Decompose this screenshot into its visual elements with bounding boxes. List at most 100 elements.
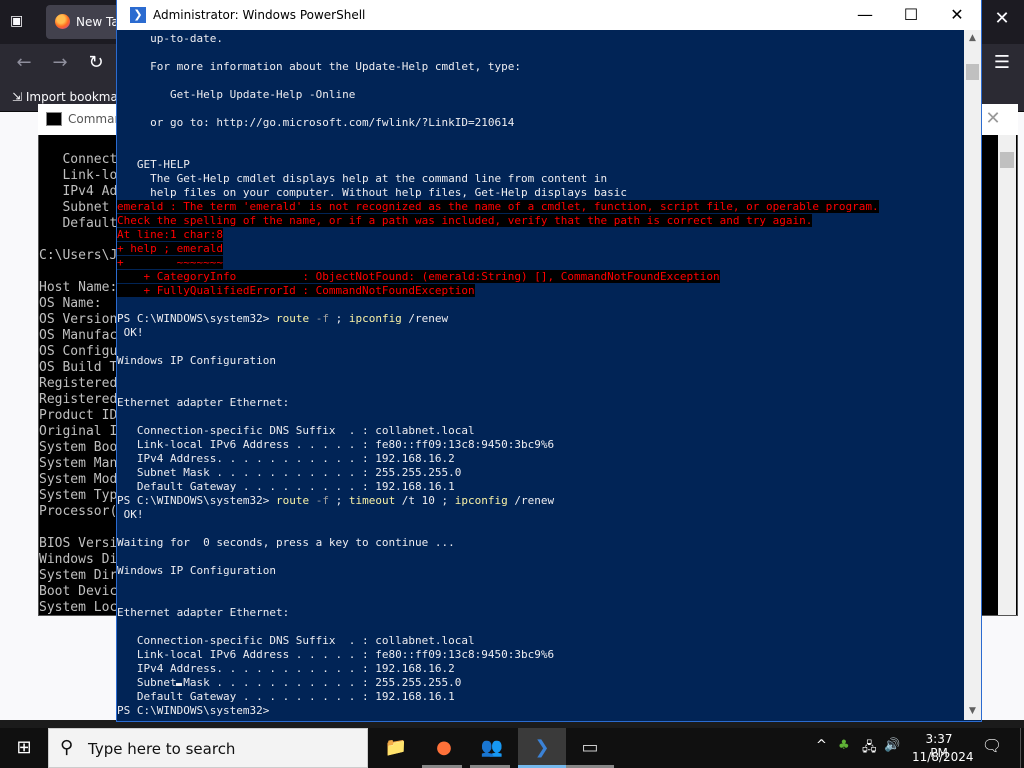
firefox-close-icon[interactable]: ✕ — [990, 8, 1014, 29]
command-token: /t 10 ; — [395, 494, 455, 507]
prompt-text: PS C:\WINDOWS\system32> — [117, 494, 276, 507]
console-line: Ethernet adapter Ethernet: — [117, 396, 290, 409]
command-token: -f — [309, 494, 329, 507]
cmd-output-line: System Boot — [39, 440, 126, 455]
cmd-output-line: OS Manufact — [39, 328, 126, 343]
file-explorer-icon[interactable]: 📁 — [372, 730, 420, 766]
console-line: GET-HELP — [117, 158, 190, 171]
reload-icon[interactable]: ↻ — [84, 52, 108, 76]
command-token: -f — [309, 312, 329, 325]
error-text: Check the spelling of the name, or if a … — [117, 214, 813, 227]
clock-date[interactable]: 11/8/2024 — [912, 750, 974, 764]
console-line: IPv4 Address. . . . . . . . . . . : 192.… — [117, 662, 455, 675]
command-token: ; — [328, 312, 349, 325]
command-prompt-scroll-thumb[interactable] — [1000, 152, 1014, 168]
console-line: OK! — [117, 508, 144, 521]
error-line: emerald : The term 'emerald' is not reco… — [117, 200, 879, 214]
cmd-output-line: Registered — [39, 392, 118, 407]
console-line: IPv4 Address. . . . . . . . . . . : 192.… — [117, 452, 455, 465]
minimize-button[interactable]: — — [842, 0, 888, 30]
cmd-output-line: System Loca — [39, 600, 126, 615]
console-line: Connection-specific DNS Suffix . : colla… — [117, 634, 475, 647]
console-line: For more information about the Update-He… — [117, 60, 521, 73]
notification-center-icon[interactable]: 🗨 — [980, 736, 1004, 755]
console-line: Subnet Mask . . . . . . . . . . . : 255.… — [117, 676, 462, 689]
console-line: or go to: http://go.microsoft.com/fwlink… — [117, 116, 515, 129]
cmd-output-line: OS Version: — [39, 312, 126, 327]
error-line: At line:1 char:8 — [117, 228, 223, 242]
console-line: Default Gateway . . . . . . . . . : 192.… — [117, 480, 455, 493]
import-icon: ⇲ — [12, 90, 26, 104]
firefox-icon[interactable]: ● — [420, 730, 468, 766]
command-prompt-icon — [46, 112, 62, 126]
error-line: + help ; emerald — [117, 242, 223, 256]
back-icon[interactable]: ← — [12, 52, 36, 76]
cmd-output-line: System Type — [39, 488, 126, 503]
error-text: + help ; emerald — [117, 242, 223, 255]
cmd-output-line: Host Name: — [39, 280, 118, 295]
volume-icon[interactable]: 🔊 — [884, 738, 900, 753]
cmd-output-line: Windows Dir — [39, 552, 126, 567]
command-prompt-icon[interactable]: ▭ — [566, 730, 614, 766]
command-token: ipconfig — [348, 312, 402, 325]
cmd-output-line: C:\Users\Ja — [39, 248, 126, 263]
console-line: Windows IP Configuration — [117, 564, 276, 577]
close-button[interactable]: ✕ — [934, 0, 980, 30]
start-button[interactable]: ⊞ — [0, 728, 48, 768]
command-prompt-scrollbar[interactable] — [998, 135, 1016, 615]
console-line: help files on your computer. Without hel… — [117, 186, 627, 199]
search-placeholder: Type here to search — [88, 740, 236, 758]
command-token: route — [275, 312, 310, 325]
error-text: emerald : The term 'emerald' is not reco… — [117, 200, 879, 213]
network-icon[interactable]: 🖧 — [862, 738, 877, 760]
error-text: + CategoryInfo : ObjectNotFound: (emeral… — [117, 270, 720, 283]
error-text: At line:1 char:8 — [117, 228, 223, 241]
scroll-down-arrow-icon[interactable]: ▼ — [964, 703, 981, 720]
tray-users-icon[interactable]: ♣ — [838, 738, 850, 753]
text-cursor — [176, 683, 182, 686]
powershell-scroll-thumb[interactable] — [966, 64, 979, 80]
prompt-text: PS C:\WINDOWS\system32> — [117, 312, 276, 325]
cmd-output-line: Registered — [39, 376, 118, 391]
show-desktop-button[interactable] — [1020, 728, 1024, 768]
console-line: PS C:\WINDOWS\system32> — [117, 704, 276, 717]
scroll-up-arrow-icon[interactable]: ▲ — [964, 30, 981, 47]
forward-icon[interactable]: → — [48, 52, 72, 76]
prompt-line: PS C:\WINDOWS\system32> route -f ; timeo… — [117, 494, 554, 508]
cmd-output-line: OS Configur — [39, 344, 126, 359]
cmd-output-line: OS Build Ty — [39, 360, 126, 375]
console-line: Subnet Mask . . . . . . . . . . . : 255.… — [117, 466, 462, 479]
command-token: route — [275, 494, 310, 507]
cmd-output-line: System Mode — [39, 472, 126, 487]
error-line: + CategoryInfo : ObjectNotFound: (emeral… — [117, 270, 720, 284]
users-icon[interactable]: 👥 — [468, 730, 516, 766]
console-line: OK! — [117, 326, 144, 339]
console-line: up-to-date. — [117, 32, 223, 45]
powershell-title: Administrator: Windows PowerShell — [153, 8, 366, 22]
powershell-icon[interactable]: ❯ — [518, 730, 566, 766]
console-line: Link-local IPv6 Address . . . . . : fe80… — [117, 648, 555, 661]
cmd-output-line: Processor(s — [39, 504, 126, 519]
error-text: + FullyQualifiedErrorId : CommandNotFoun… — [117, 284, 475, 297]
maximize-button[interactable]: ☐ — [888, 0, 934, 30]
error-line: + ~~~~~~~ — [117, 256, 223, 270]
command-token: /renew — [507, 494, 555, 507]
console-line: The Get-Help cmdlet displays help at the… — [117, 172, 608, 185]
cmd-output-line: System Manu — [39, 456, 126, 471]
error-line: Check the spelling of the name, or if a … — [117, 214, 813, 228]
tray-overflow-chevron-icon[interactable]: ^ — [816, 738, 827, 753]
console-line: Get-Help Update-Help -Online — [117, 88, 356, 101]
console-line: Link-local IPv6 Address . . . . . : fe80… — [117, 438, 555, 451]
cmd-output-line: System Dire — [39, 568, 126, 583]
powershell-scrollbar[interactable] — [964, 30, 981, 720]
console-line: Waiting for 0 seconds, press a key to co… — [117, 536, 455, 549]
command-prompt-close-icon[interactable]: ✕ — [980, 108, 1006, 129]
console-line: Connection-specific DNS Suffix . : colla… — [117, 424, 475, 437]
list-all-tabs-icon[interactable]: ▣ — [10, 13, 28, 29]
console-line: Windows IP Configuration — [117, 354, 276, 367]
cmd-output-line: Product ID: — [39, 408, 126, 423]
powershell-console[interactable]: up-to-date. For more information about t… — [117, 30, 964, 720]
error-line: + FullyQualifiedErrorId : CommandNotFoun… — [117, 284, 475, 298]
firefox-tab-icon — [55, 14, 70, 29]
hamburger-menu-icon[interactable]: ☰ — [990, 52, 1014, 73]
